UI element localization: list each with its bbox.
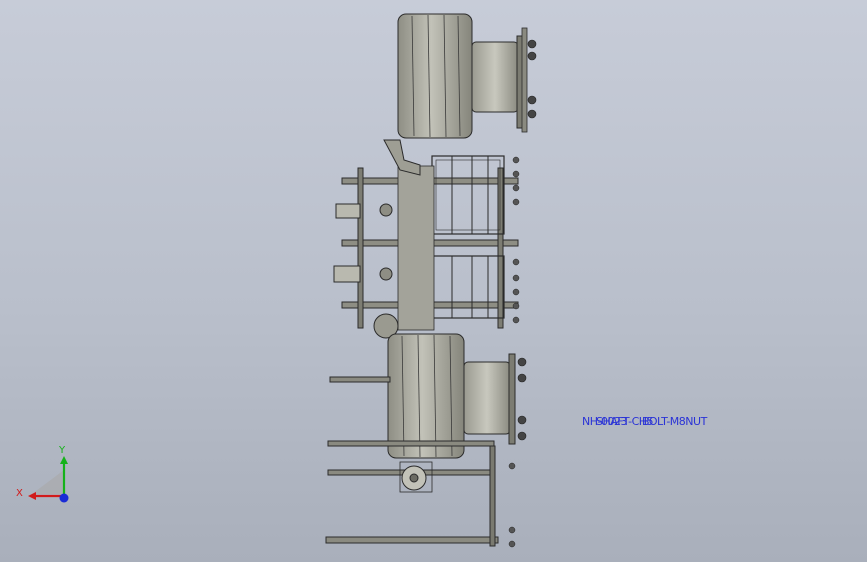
central-frame [333,139,520,339]
triad-base-icon [32,470,64,494]
triad-x-arrow-icon [28,492,36,500]
lower-drum-assembly [387,333,527,459]
graphics-viewport[interactable]: NH-0023 SHAFT-CH5 BOLT-M8NUT X Y [0,0,867,562]
triad-x-label: X [16,488,23,499]
upper-hub [471,41,519,113]
lower-hub [463,361,511,435]
upper-drum [397,13,473,139]
lower-drum [387,333,465,459]
triad-y-arrow-icon [60,456,68,464]
triad-y-label: Y [58,445,66,456]
upper-drum-assembly [397,13,537,139]
annotation-label-3: BOLT-M8NUT [642,415,707,428]
triad-z-axis-icon [59,493,69,503]
cad-model-assembly[interactable] [0,0,867,562]
orientation-triad[interactable]: X Y [10,440,80,510]
